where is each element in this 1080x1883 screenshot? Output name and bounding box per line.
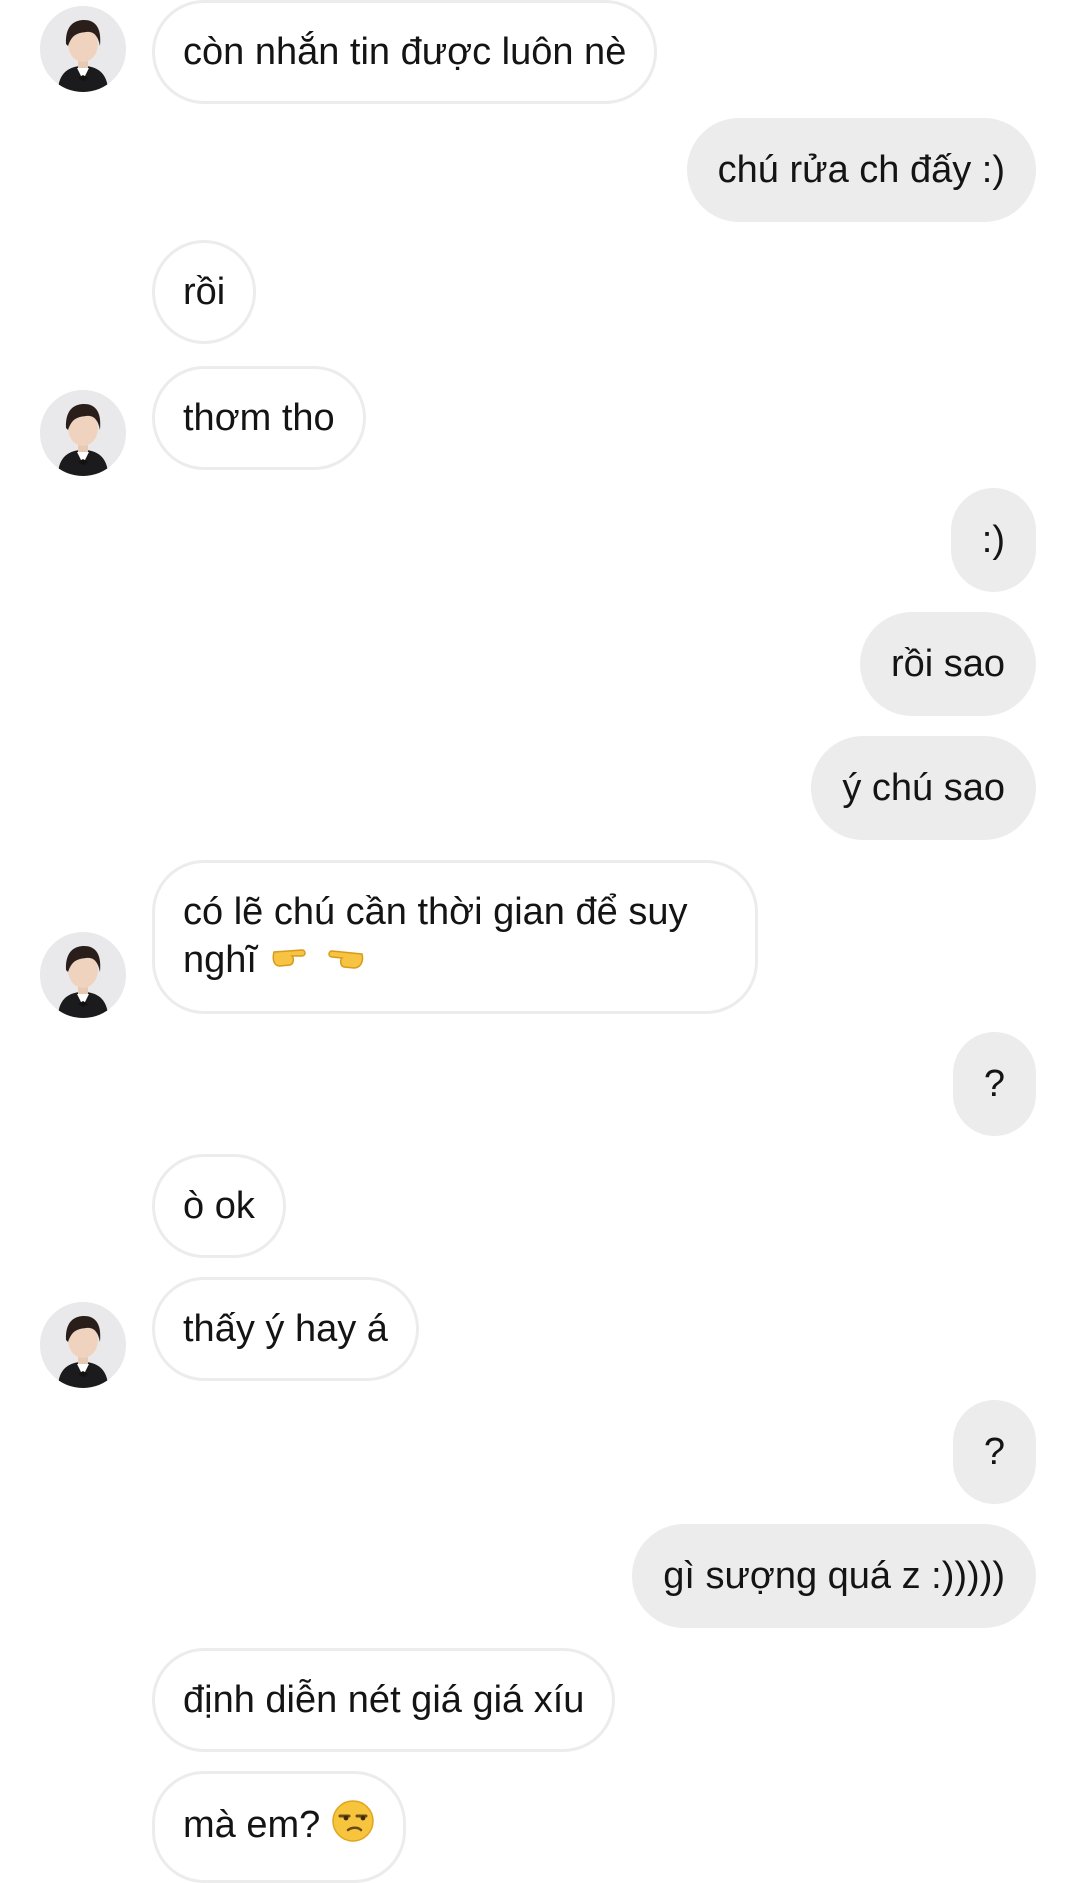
message-bubble-sent[interactable]: gì sượng quá z :))))) bbox=[632, 1524, 1036, 1628]
message-text: định diễn nét giá giá xíu bbox=[183, 1679, 585, 1721]
chat-thread: còn nhắn tin được luôn nè chú rửa ch đấy… bbox=[0, 0, 1080, 1883]
message-bubble-received[interactable]: có lẽ chú cần thời gian để suy nghĩ bbox=[152, 860, 758, 1014]
message-text: chú rửa ch đấy :) bbox=[717, 149, 1005, 191]
message-bubble-received[interactable]: thơm tho bbox=[152, 366, 366, 470]
message-text: ý chú sao bbox=[842, 767, 1005, 809]
message-text-line: có lẽ chú cần thời gian để suy bbox=[183, 891, 688, 933]
avatar-portrait-icon bbox=[40, 932, 126, 1018]
message-bubble-sent[interactable]: ý chú sao bbox=[811, 736, 1036, 840]
contact-avatar[interactable] bbox=[40, 6, 126, 92]
unamused-face-emoji-icon bbox=[331, 1799, 375, 1855]
message-text: rồi bbox=[183, 271, 226, 313]
message-bubble-sent[interactable]: ? bbox=[952, 1032, 1036, 1136]
message-bubble-received[interactable]: còn nhắn tin được luôn nè bbox=[152, 0, 658, 104]
message-text: thơm tho bbox=[183, 397, 335, 439]
message-bubble-received[interactable]: mà em? bbox=[152, 1771, 406, 1883]
message-text: ? bbox=[983, 1431, 1005, 1473]
message-bubble-received[interactable]: định diễn nét giá giá xíu bbox=[152, 1648, 616, 1752]
message-bubble-sent[interactable]: :) bbox=[950, 488, 1036, 592]
pointing-hands-emoji-icon bbox=[268, 938, 368, 986]
message-text: ? bbox=[983, 1063, 1005, 1105]
contact-avatar[interactable] bbox=[40, 932, 126, 1018]
message-text: nghĩ bbox=[183, 939, 257, 981]
message-bubble-sent[interactable]: rồi sao bbox=[859, 612, 1036, 716]
message-bubble-sent[interactable]: chú rửa ch đấy :) bbox=[686, 118, 1036, 222]
message-text: ò ok bbox=[183, 1185, 255, 1227]
contact-avatar[interactable] bbox=[40, 390, 126, 476]
message-text: thấy ý hay á bbox=[183, 1308, 388, 1350]
contact-avatar[interactable] bbox=[40, 1302, 126, 1388]
message-text: rồi sao bbox=[890, 643, 1005, 685]
avatar-portrait-icon bbox=[40, 6, 126, 92]
message-bubble-received[interactable]: ò ok bbox=[152, 1154, 286, 1258]
message-bubble-received[interactable]: thấy ý hay á bbox=[152, 1277, 419, 1381]
message-bubble-sent[interactable]: ? bbox=[952, 1400, 1036, 1504]
message-text-line-2: nghĩ bbox=[183, 936, 727, 986]
message-text: gì sượng quá z :))))) bbox=[663, 1555, 1005, 1597]
message-bubble-received[interactable]: rồi bbox=[152, 240, 257, 344]
avatar-portrait-icon bbox=[40, 1302, 126, 1388]
avatar-portrait-icon bbox=[40, 390, 126, 476]
message-text: :) bbox=[981, 519, 1005, 561]
message-text: còn nhắn tin được luôn nè bbox=[183, 31, 627, 73]
message-text: mà em? bbox=[183, 1804, 321, 1847]
